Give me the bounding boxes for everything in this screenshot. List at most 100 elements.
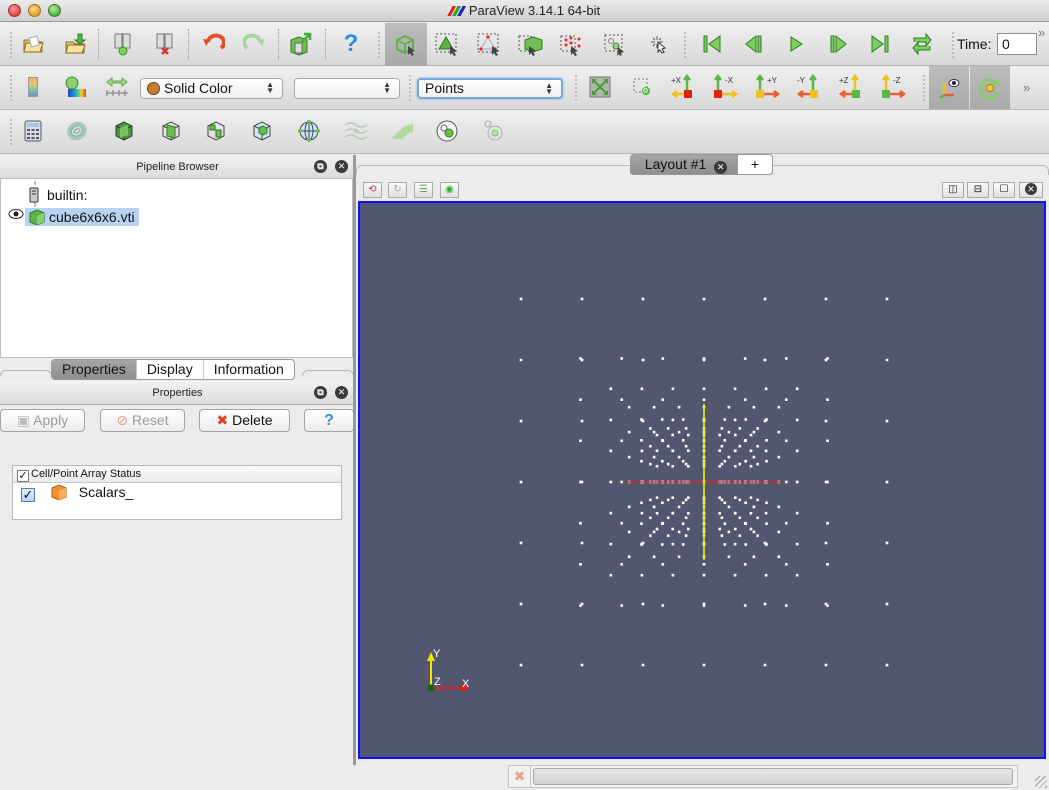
zoom-to-box-button[interactable] (626, 72, 658, 102)
header-checkbox[interactable]: ✓ (17, 470, 29, 482)
toolbar-grip[interactable] (9, 118, 13, 146)
array-row-scalars[interactable]: ✓ Scalars_ (13, 483, 341, 502)
camera-plus-x-button[interactable]: +X (668, 72, 700, 102)
rescale-custom-range-button[interactable] (101, 72, 133, 102)
last-frame-button[interactable] (864, 29, 896, 59)
contour-button[interactable] (61, 116, 93, 146)
toolbar-grip[interactable] (922, 74, 926, 102)
warp-by-vector-button[interactable] (386, 116, 418, 146)
play-button[interactable] (780, 29, 812, 59)
tab-frame (772, 165, 1049, 175)
toolbar-grip[interactable] (9, 31, 13, 59)
reset-camera-button[interactable] (584, 72, 616, 102)
redo-button[interactable] (239, 29, 271, 59)
toolbar-grip[interactable] (683, 31, 687, 59)
undo-button[interactable] (197, 29, 229, 59)
select-cells-on-button[interactable] (431, 29, 463, 59)
delete-button[interactable]: ✖ Delete (199, 409, 290, 432)
close-view-button[interactable]: ✕ (1019, 182, 1043, 198)
apply-button[interactable]: ▣ Apply (0, 409, 85, 432)
toolbar-grip[interactable] (377, 31, 381, 59)
close-panel-button[interactable]: ✕ (335, 160, 348, 173)
interact-button[interactable] (385, 23, 427, 66)
toolbar-grip[interactable] (574, 74, 578, 102)
array-status-header[interactable]: ✓ Cell/Point Array Status (13, 466, 341, 483)
connect-button[interactable] (107, 29, 139, 59)
color-by-select[interactable]: Solid Color ▲ ▼ (140, 78, 283, 99)
close-panel-button[interactable]: ✕ (335, 386, 348, 399)
threshold-button[interactable] (200, 116, 232, 146)
camera-plus-z-button[interactable]: +Z (836, 72, 868, 102)
toolbar-overflow-button[interactable]: » (1023, 80, 1030, 95)
load-state-button[interactable] (59, 29, 91, 59)
spreadsheet-button[interactable]: ☰ (414, 182, 433, 198)
toolbar-grip[interactable] (408, 74, 412, 102)
select-points-on-button[interactable] (473, 29, 505, 59)
close-window-button[interactable] (8, 4, 21, 17)
render-view[interactable]: X Y Z (358, 201, 1046, 759)
show-orientation-axes-button[interactable] (929, 66, 969, 109)
window-resize-grip[interactable] (1035, 776, 1047, 788)
color-map-editor-button[interactable] (17, 72, 49, 102)
save-data-button[interactable] (285, 29, 317, 59)
zoom-window-button[interactable] (48, 4, 61, 17)
extract-subset-button[interactable] (246, 116, 278, 146)
open-file-button[interactable] (17, 29, 49, 59)
tab-information[interactable]: Information (204, 360, 294, 379)
properties-help-button[interactable]: ? (304, 409, 354, 432)
pipeline-item-builtin[interactable]: builtin: (29, 186, 87, 204)
select-points-through-button[interactable] (557, 29, 589, 59)
camera-plus-y-icon: +Y (756, 74, 781, 98)
select-block-button[interactable] (599, 29, 631, 59)
render-canvas[interactable]: X Y Z (360, 203, 1048, 761)
split-horizontal-button[interactable]: ◫ (942, 182, 964, 198)
disconnect-button[interactable] (149, 29, 181, 59)
select-cells-through-button[interactable] (515, 29, 547, 59)
capture-screenshot-button[interactable]: ⟲ (363, 182, 382, 198)
tab-display[interactable]: Display (137, 360, 204, 379)
close-layout-tab-button[interactable]: ✕ (714, 161, 728, 174)
camera-plus-y-button[interactable]: +Y (752, 72, 784, 102)
camera-minus-y-button[interactable]: -Y (794, 72, 826, 102)
snapshot-button[interactable]: ◉ (440, 182, 459, 198)
time-input[interactable]: 0 (997, 33, 1037, 55)
clear-selection-button[interactable] (643, 29, 675, 59)
slice-button[interactable] (155, 116, 187, 146)
help-button[interactable]: ? (335, 29, 367, 59)
minimize-window-button[interactable] (28, 4, 41, 17)
reset-button[interactable]: ⊘ Reset (100, 409, 185, 432)
splitter-handle[interactable] (353, 155, 356, 765)
calculator-button[interactable] (17, 116, 49, 146)
new-layout-tab-button[interactable]: + (737, 154, 773, 175)
visibility-eye-icon[interactable] (8, 208, 24, 223)
glyph-button[interactable] (293, 116, 325, 146)
abort-button[interactable]: ✖ (509, 766, 531, 787)
show-center-axes-button[interactable] (970, 66, 1010, 109)
grid-point (649, 534, 652, 537)
representation-select[interactable]: Points ▲ ▼ (417, 78, 563, 99)
loop-button[interactable] (906, 29, 938, 59)
camera-minus-x-button[interactable]: -X (710, 72, 742, 102)
tab-layout-1[interactable]: Layout #1 ✕ (630, 154, 738, 175)
camera-undo-button[interactable]: ↻ (388, 182, 407, 198)
toolbar-grip[interactable] (951, 31, 955, 59)
scalars-checkbox[interactable]: ✓ (21, 488, 35, 502)
first-frame-button[interactable] (696, 29, 728, 59)
group-datasets-button[interactable] (431, 116, 463, 146)
extract-level-button[interactable] (477, 116, 509, 146)
split-vertical-button[interactable]: ⊟ (967, 182, 989, 198)
rescale-range-button[interactable] (59, 72, 91, 102)
tab-properties[interactable]: Properties (52, 360, 137, 379)
toolbar-overflow-button[interactable]: » (1038, 25, 1045, 40)
pipeline-item-cube[interactable]: cube6x6x6.vti (25, 208, 139, 226)
previous-frame-button[interactable] (738, 29, 770, 59)
color-component-select[interactable]: ▲ ▼ (294, 78, 400, 99)
next-frame-button[interactable] (822, 29, 854, 59)
camera-minus-z-button[interactable]: -Z (878, 72, 910, 102)
clip-button[interactable] (108, 116, 140, 146)
float-panel-button[interactable]: ⧉ (314, 386, 327, 399)
maximize-view-button[interactable]: ☐ (993, 182, 1015, 198)
toolbar-grip[interactable] (9, 74, 13, 102)
float-panel-button[interactable]: ⧉ (314, 160, 327, 173)
stream-tracer-button[interactable] (340, 116, 372, 146)
